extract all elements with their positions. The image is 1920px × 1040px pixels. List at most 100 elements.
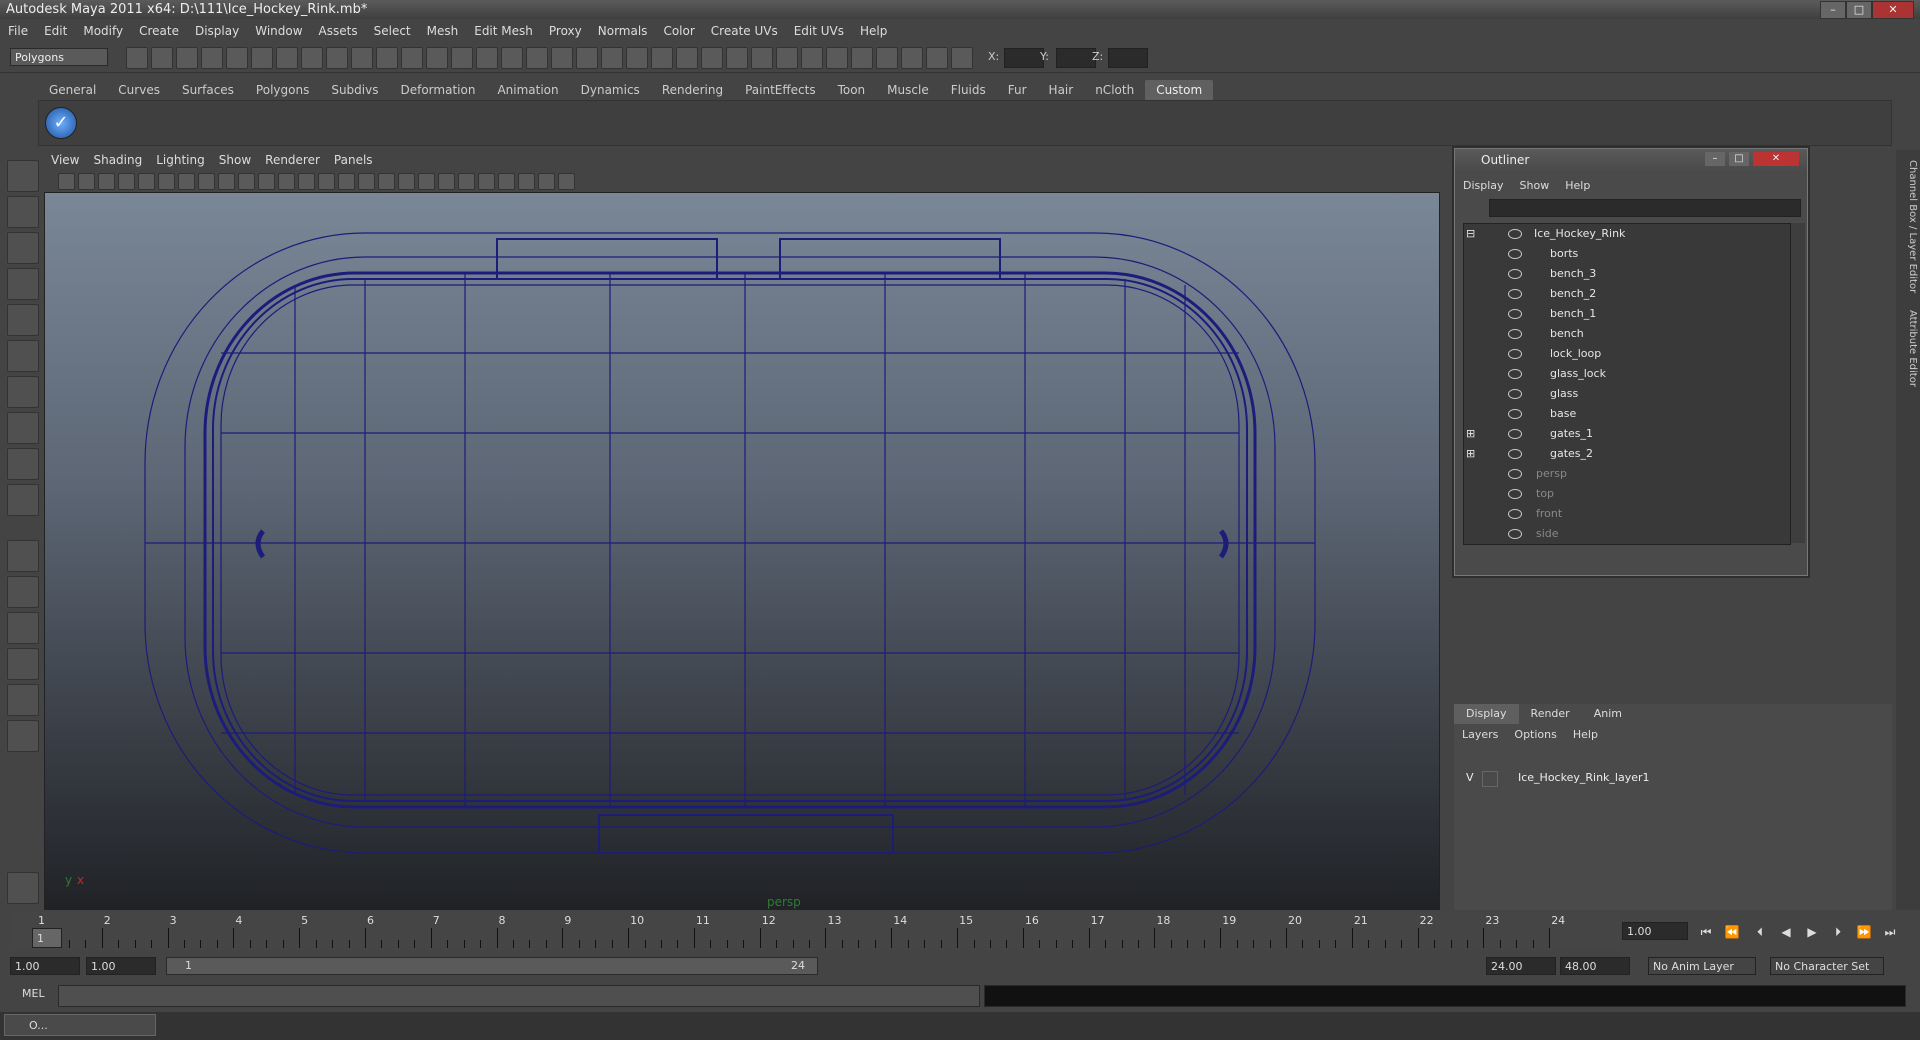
- layer-template-toggle[interactable]: [1482, 771, 1498, 787]
- panel-tool-icon[interactable]: [438, 173, 455, 190]
- outliner-item[interactable]: glass: [1464, 384, 1764, 404]
- outliner-close-button[interactable]: ✕: [1753, 152, 1799, 166]
- outliner-menu-help[interactable]: Help: [1557, 177, 1598, 195]
- outliner-item[interactable]: bench_2: [1464, 284, 1764, 304]
- outliner-item[interactable]: bench_1: [1464, 304, 1764, 324]
- step-back-key-icon[interactable]: ⏪: [1722, 924, 1742, 940]
- anim-layer-dropdown[interactable]: No Anim Layer: [1648, 957, 1756, 975]
- shelf-tab-painteffects[interactable]: PaintEffects: [734, 80, 826, 100]
- status-tool-icon[interactable]: [951, 47, 973, 69]
- status-tool-icon[interactable]: [576, 47, 598, 69]
- outliner-item[interactable]: top: [1464, 484, 1764, 504]
- menu-set-dropdown[interactable]: Polygons: [10, 48, 108, 66]
- shelf-tab-surfaces[interactable]: Surfaces: [171, 80, 245, 100]
- shelf-tab-subdivs[interactable]: Subdivs: [320, 80, 389, 100]
- outliner-menu-show[interactable]: Show: [1512, 177, 1558, 195]
- status-tool-icon[interactable]: [401, 47, 423, 69]
- command-language-label[interactable]: MEL: [22, 987, 45, 1000]
- status-tool-icon[interactable]: [251, 47, 273, 69]
- character-set-dropdown[interactable]: No Character Set: [1770, 957, 1884, 975]
- manipulator-tool-icon[interactable]: [7, 376, 39, 408]
- panel-tool-icon[interactable]: [138, 173, 155, 190]
- render-layout-icon[interactable]: [7, 720, 39, 752]
- panel-tool-icon[interactable]: [158, 173, 175, 190]
- menu-file[interactable]: File: [0, 20, 36, 42]
- status-tool-icon[interactable]: [226, 47, 248, 69]
- status-tool-icon[interactable]: [601, 47, 623, 69]
- go-to-end-icon[interactable]: ⏭: [1880, 924, 1900, 940]
- step-back-frame-icon[interactable]: ⏴: [1750, 924, 1770, 940]
- step-forward-key-icon[interactable]: ⏩: [1854, 924, 1874, 940]
- command-input[interactable]: [58, 985, 980, 1007]
- shelf-tab-ncloth[interactable]: nCloth: [1084, 80, 1145, 100]
- panel-tool-icon[interactable]: [58, 173, 75, 190]
- panel-tool-icon[interactable]: [358, 173, 375, 190]
- status-tool-icon[interactable]: [451, 47, 473, 69]
- shelf-tab-deformation[interactable]: Deformation: [389, 80, 486, 100]
- panel-tool-icon[interactable]: [258, 173, 275, 190]
- z-field[interactable]: [1108, 48, 1148, 68]
- status-tool-icon[interactable]: [826, 47, 848, 69]
- play-forward-icon[interactable]: ▶: [1802, 924, 1822, 940]
- outliner-item[interactable]: borts: [1464, 244, 1764, 264]
- panel-tool-icon[interactable]: [218, 173, 235, 190]
- status-tool-icon[interactable]: [676, 47, 698, 69]
- end-time-field[interactable]: 48.00: [1560, 957, 1630, 975]
- panel-tool-icon[interactable]: [278, 173, 295, 190]
- scale-tool-icon[interactable]: [7, 340, 39, 372]
- panel-tool-icon[interactable]: [318, 173, 335, 190]
- menu-window[interactable]: Window: [247, 20, 310, 42]
- status-tool-icon[interactable]: [851, 47, 873, 69]
- outliner-list[interactable]: ⊟ Ice_Hockey_Rink borts bench_3 bench_2 bench…: [1463, 223, 1791, 545]
- paint-select-tool-icon[interactable]: [7, 232, 39, 264]
- panel-tool-icon[interactable]: [178, 173, 195, 190]
- outliner-menu-display[interactable]: Display: [1455, 177, 1512, 195]
- status-tool-icon[interactable]: [501, 47, 523, 69]
- layer-menu-layers[interactable]: Layers: [1454, 726, 1506, 744]
- lasso-tool-icon[interactable]: [7, 196, 39, 228]
- status-tool-icon[interactable]: [376, 47, 398, 69]
- layer-tab-anim[interactable]: Anim: [1582, 704, 1634, 724]
- shelf-tab-dynamics[interactable]: Dynamics: [570, 80, 651, 100]
- panel-tool-icon[interactable]: [458, 173, 475, 190]
- status-tool-icon[interactable]: [726, 47, 748, 69]
- status-tool-icon[interactable]: [651, 47, 673, 69]
- status-tool-icon[interactable]: [151, 47, 173, 69]
- menu-edit[interactable]: Edit: [36, 20, 75, 42]
- menu-create[interactable]: Create: [131, 20, 187, 42]
- menu-help[interactable]: Help: [852, 20, 895, 42]
- expand-icon[interactable]: ⊞: [1466, 424, 1475, 444]
- show-manipulator-icon[interactable]: [7, 448, 39, 480]
- panel-menu-view[interactable]: View: [44, 150, 86, 170]
- outliner-item[interactable]: bench_3: [1464, 264, 1764, 284]
- panel-tool-icon[interactable]: [498, 173, 515, 190]
- panel-tool-icon[interactable]: [118, 173, 135, 190]
- status-tool-icon[interactable]: [126, 47, 148, 69]
- move-tool-icon[interactable]: [7, 268, 39, 300]
- panel-tool-icon[interactable]: [518, 173, 535, 190]
- status-tool-icon[interactable]: [701, 47, 723, 69]
- outliner-item[interactable]: side: [1464, 524, 1764, 544]
- menu-display[interactable]: Display: [187, 20, 247, 42]
- play-backward-icon[interactable]: ◀: [1776, 924, 1796, 940]
- status-tool-icon[interactable]: [626, 47, 648, 69]
- outliner-item[interactable]: lock_loop: [1464, 344, 1764, 364]
- outliner-window[interactable]: Outliner – □ ✕ Display Show Help ⊟ Ice_Hock…: [1454, 148, 1808, 576]
- panel-menu-shading[interactable]: Shading: [86, 150, 149, 170]
- shelf-tab-toon[interactable]: Toon: [827, 80, 877, 100]
- expand-icon[interactable]: ⊟: [1466, 224, 1475, 244]
- single-perspective-layout-icon[interactable]: [7, 540, 39, 572]
- layer-visibility-toggle[interactable]: V: [1466, 768, 1474, 788]
- outliner-item[interactable]: front: [1464, 504, 1764, 524]
- outliner-item[interactable]: ⊟ Ice_Hockey_Rink: [1464, 224, 1764, 244]
- step-forward-frame-icon[interactable]: ⏵: [1828, 924, 1848, 940]
- maximize-button[interactable]: □: [1846, 1, 1872, 19]
- panel-tool-icon[interactable]: [398, 173, 415, 190]
- hand-icon[interactable]: [7, 872, 39, 904]
- panel-menu-lighting[interactable]: Lighting: [149, 150, 212, 170]
- layer-menu-help[interactable]: Help: [1565, 726, 1606, 744]
- x-field[interactable]: [1004, 48, 1044, 68]
- menu-assets[interactable]: Assets: [311, 20, 366, 42]
- outliner-item[interactable]: ⊞ gates_2: [1464, 444, 1764, 464]
- shelf-tab-general[interactable]: General: [38, 80, 107, 100]
